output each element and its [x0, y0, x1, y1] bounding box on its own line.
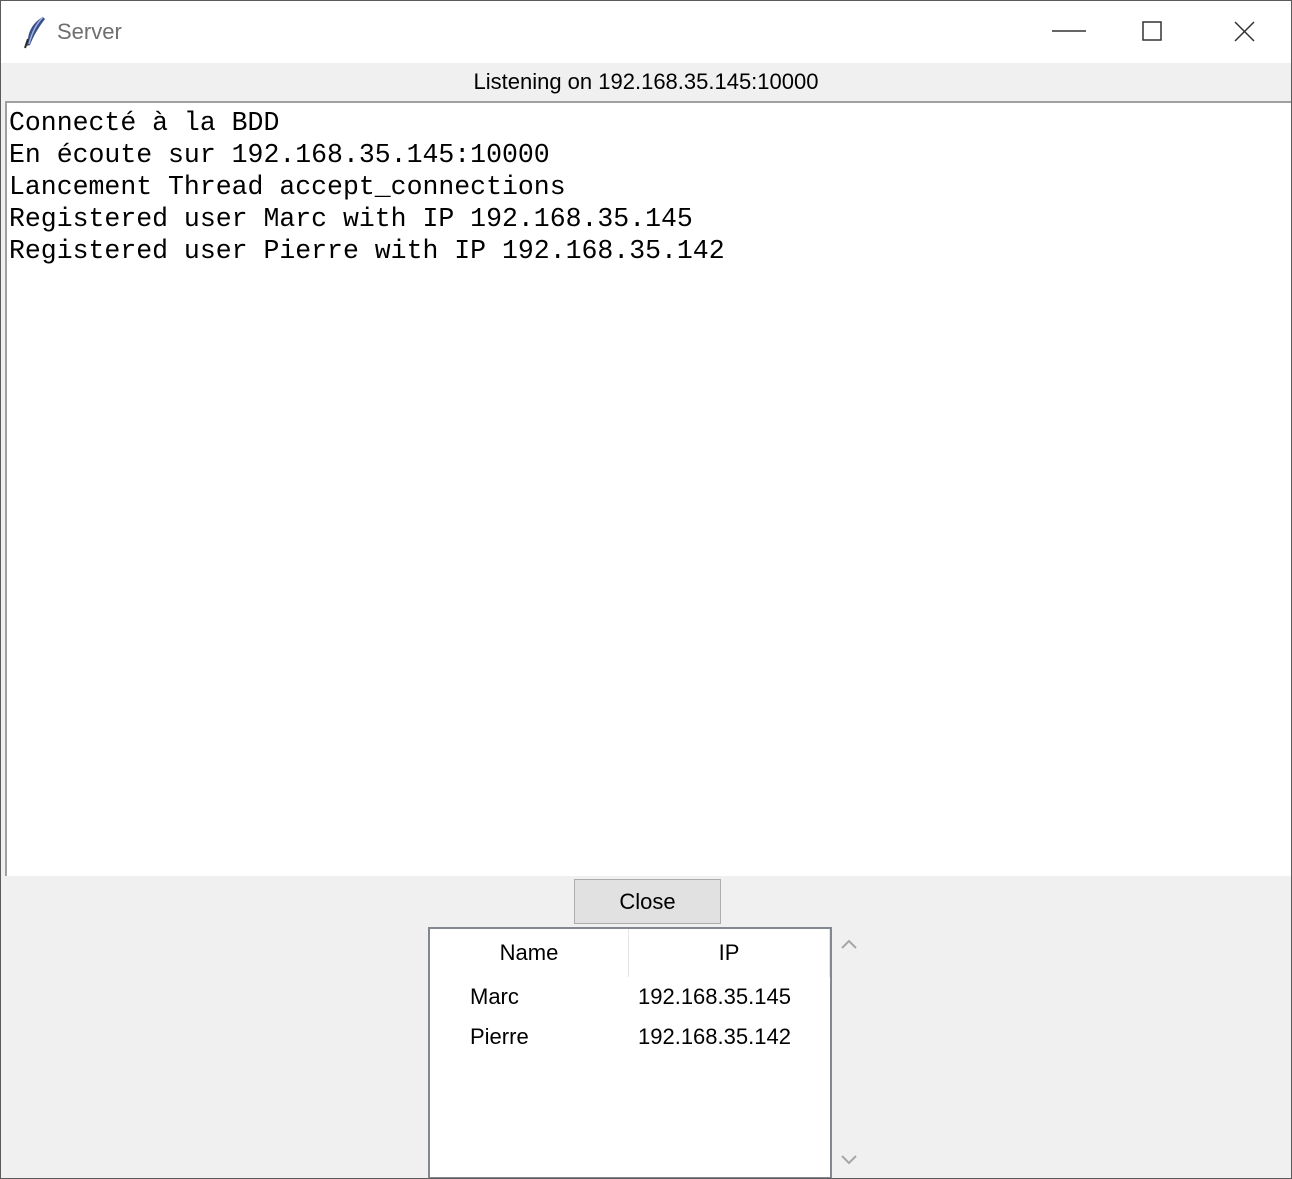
log-line: Registered user Pierre with IP 192.168.3… [9, 236, 725, 266]
column-header-name[interactable]: Name [430, 929, 629, 977]
maximize-icon [1142, 21, 1162, 41]
user-name-cell: Marc [470, 984, 519, 1009]
log-line: En écoute sur 192.168.35.145:10000 [9, 140, 550, 170]
feather-icon [21, 15, 49, 49]
maximize-button[interactable] [1107, 1, 1199, 63]
close-icon [1234, 21, 1255, 42]
table-row[interactable]: Marc 192.168.35.145 [430, 977, 830, 1017]
log-text-area[interactable]: Connecté à la BDD En écoute sur 192.168.… [5, 101, 1291, 876]
minimize-button[interactable] [1015, 1, 1107, 63]
close-window-button[interactable] [1199, 1, 1291, 63]
chevron-down-icon[interactable] [840, 1153, 858, 1172]
user-ip-cell: 192.168.35.145 [638, 984, 791, 1009]
listening-status: Listening on 192.168.35.145:10000 [473, 69, 819, 94]
table-header: Name IP [430, 929, 830, 977]
close-button[interactable]: Close [574, 879, 721, 924]
title-bar[interactable]: Server [1, 1, 1291, 63]
log-line: Connecté à la BDD [9, 108, 280, 138]
server-window: Server Listening on 192.168.35.145:10000… [0, 0, 1292, 1179]
column-header-ip[interactable]: IP [629, 929, 830, 977]
users-table[interactable]: Name IP Marc 192.168.35.145 Pierre 192.1… [428, 927, 832, 1178]
chevron-up-icon[interactable] [840, 937, 858, 956]
log-line: Lancement Thread accept_connections [9, 172, 566, 202]
window-title: Server [57, 19, 122, 44]
log-line: Registered user Marc with IP 192.168.35.… [9, 204, 693, 234]
user-name-cell: Pierre [470, 1024, 529, 1049]
table-scrollbar[interactable] [834, 927, 864, 1178]
table-row[interactable]: Pierre 192.168.35.142 [430, 1017, 830, 1057]
user-ip-cell: 192.168.35.142 [638, 1024, 791, 1049]
minimize-icon [1052, 30, 1086, 32]
